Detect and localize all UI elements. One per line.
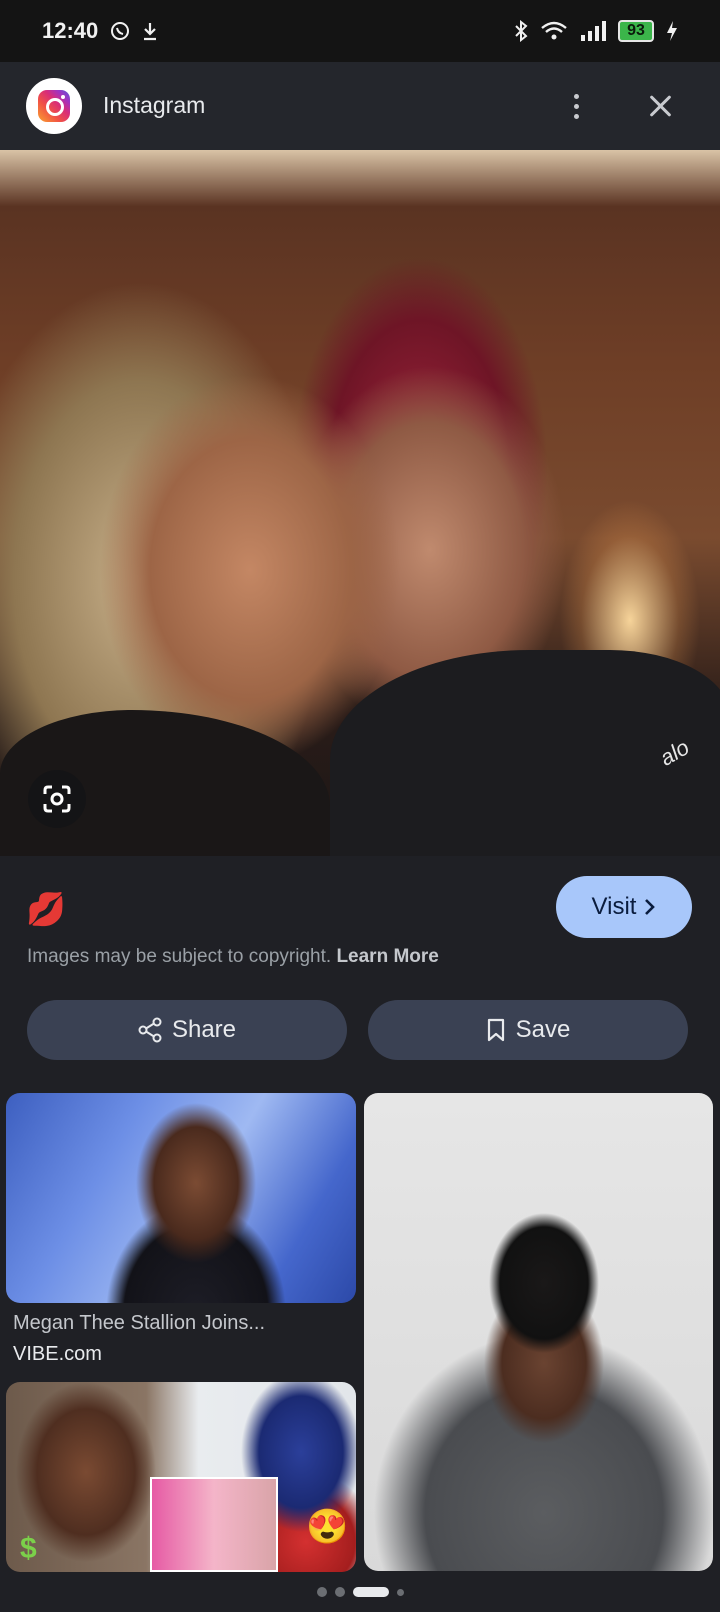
share-label: Share: [171, 1016, 237, 1043]
result-image-3[interactable]: 😍 $: [6, 1382, 356, 1572]
page-dot: [334, 1587, 345, 1597]
result-source-1[interactable]: VIBE.com: [13, 1343, 102, 1366]
lips-emoji: 💋: [26, 891, 66, 927]
more-options-icon[interactable]: [556, 86, 596, 126]
save-label: Save: [515, 1016, 571, 1043]
chevron-right-icon: [645, 899, 656, 915]
result-title-1[interactable]: Megan Thee Stallion Joins...: [13, 1312, 265, 1335]
instagram-icon[interactable]: [26, 78, 82, 134]
google-lens-icon[interactable]: [28, 770, 86, 828]
copyright-text: Images may be subject to copyright.: [27, 946, 332, 967]
status-bar: 12:40 93: [0, 0, 720, 62]
learn-more-link[interactable]: Learn More: [336, 946, 438, 967]
source-header: Instagram: [0, 62, 720, 150]
bluetooth-icon: [514, 20, 528, 42]
page-indicator: [0, 1572, 720, 1612]
signal-icon: [580, 21, 606, 41]
result-image-1[interactable]: [6, 1093, 356, 1303]
copyright-notice: Images may be subject to copyright. Lear…: [27, 946, 439, 968]
visit-label: Visit: [591, 893, 637, 920]
source-title[interactable]: Instagram: [103, 92, 205, 119]
bookmark-icon: [487, 1018, 504, 1042]
heart-eyes-emoji: 😍: [306, 1508, 349, 1546]
dollar-emoji: $: [20, 1532, 37, 1565]
visit-button[interactable]: Visit: [556, 876, 692, 938]
share-button[interactable]: Share: [27, 1000, 347, 1060]
inset-photo: [150, 1477, 278, 1572]
main-image[interactable]: alo: [0, 150, 720, 856]
save-button[interactable]: Save: [368, 1000, 688, 1060]
page-dot-active: [352, 1587, 389, 1597]
battery-indicator: 93: [618, 20, 654, 42]
page-dot: [316, 1587, 327, 1597]
result-image-2[interactable]: [364, 1093, 713, 1571]
clock: 12:40: [42, 18, 99, 43]
whatsapp-icon: [110, 21, 130, 41]
charging-icon: [666, 20, 678, 42]
close-icon[interactable]: [640, 86, 680, 126]
download-icon: [142, 21, 158, 41]
wifi-icon: [540, 21, 568, 41]
share-icon: [138, 1017, 162, 1043]
page-dot: [396, 1588, 404, 1596]
